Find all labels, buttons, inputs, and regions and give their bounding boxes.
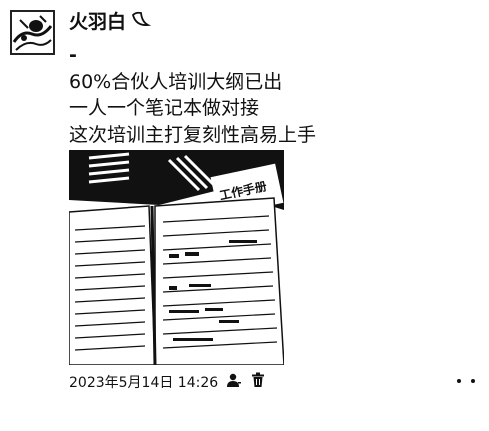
post-text-line: - bbox=[69, 44, 77, 66]
avatar[interactable] bbox=[10, 10, 55, 55]
person-icon[interactable] bbox=[226, 372, 242, 392]
author-name-text: 火羽白 bbox=[69, 11, 127, 33]
post-meta: 2023年5月14日 14:26 bbox=[69, 372, 266, 392]
trash-icon[interactable] bbox=[250, 372, 266, 392]
post-text-line: 60%合伙人培训大纲已出 bbox=[69, 70, 283, 93]
post-photo[interactable]: 工作手册 bbox=[69, 150, 284, 365]
author-name[interactable]: 火羽白 bbox=[69, 9, 152, 36]
post-text-line: 一人一个笔记本做对接 bbox=[69, 97, 260, 119]
avatar-illustration bbox=[12, 12, 53, 53]
post-text: - 60%合伙人培训大纲已出 一人一个笔记本做对接这次培训主打复刻性高易上手 bbox=[69, 42, 316, 148]
dot bbox=[457, 379, 461, 383]
moments-post: 火羽白 - 60%合伙人培训大纲已出 一人一个笔记本做对接这次培训主打复刻性高易上手 bbox=[0, 0, 489, 431]
post-text-line: 这次培训主打复刻性高易上手 bbox=[69, 123, 317, 146]
more-dots-icon[interactable] bbox=[457, 376, 475, 386]
dot bbox=[471, 379, 475, 383]
timestamp: 2023年5月14日 14:26 bbox=[69, 375, 219, 391]
moon-emoji-icon bbox=[130, 9, 152, 36]
